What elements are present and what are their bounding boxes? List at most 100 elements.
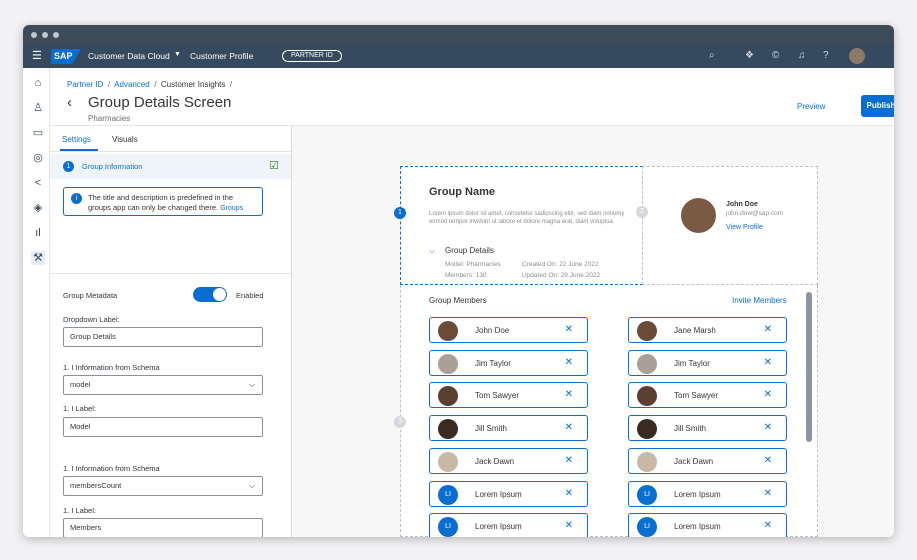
tab-settings[interactable]: Settings — [62, 135, 91, 144]
member-chip[interactable]: Jim Taylor ✕ — [628, 349, 787, 376]
label-input-1[interactable]: Model — [63, 417, 263, 437]
chevron-down-icon[interactable]: ⌵ — [429, 246, 435, 256]
member-avatar — [637, 451, 657, 472]
tab-visuals[interactable]: Visuals — [112, 135, 138, 144]
publish-button[interactable]: Publish — [861, 95, 894, 117]
chart-icon[interactable]: ıl — [31, 226, 45, 240]
share-icon[interactable]: < — [31, 176, 45, 190]
member-avatar — [637, 386, 657, 407]
group-information-row[interactable]: 1 Group Information ☑ — [50, 154, 291, 179]
preview-button[interactable]: Preview — [797, 102, 825, 111]
remove-icon[interactable]: ✕ — [764, 357, 772, 368]
view-profile-link[interactable]: View Profile — [726, 224, 763, 231]
member-chip[interactable]: Jane Marsh ✕ — [628, 317, 787, 343]
remove-icon[interactable]: ✕ — [764, 455, 772, 466]
remove-icon[interactable]: ✕ — [565, 324, 573, 335]
member-chip[interactable]: Jack Dawn ✕ — [628, 447, 787, 474]
segments-icon[interactable]: ◎ — [31, 151, 45, 165]
member-avatar — [438, 353, 458, 374]
profile-email: john.dow@sap.com — [726, 210, 784, 217]
metadata-toggle[interactable] — [193, 287, 227, 302]
remove-icon[interactable]: ✕ — [565, 389, 573, 400]
member-avatar: LI — [438, 517, 458, 537]
menu-icon[interactable]: ☰ — [32, 49, 42, 62]
minimize-dot[interactable] — [42, 32, 48, 38]
screen-icon[interactable]: ▭ — [31, 126, 45, 140]
member-chip[interactable]: Jack Dawn ✕ — [429, 447, 588, 474]
group-details-toggle[interactable]: Group Details — [445, 246, 494, 255]
created-on: Created On: 22 June 2022 — [522, 261, 599, 268]
product-dropdown-icon[interactable]: ▼ — [174, 51, 181, 58]
member-avatar: LI — [438, 484, 458, 505]
groups-link[interactable]: Groups — [220, 205, 243, 212]
member-chip[interactable]: Jill Smith ✕ — [429, 415, 588, 442]
remove-icon[interactable]: ✕ — [764, 488, 772, 499]
info-icon: i — [71, 193, 82, 204]
launchpad-icon[interactable]: ❖ — [745, 50, 754, 61]
dropdown-label: Dropdown Label: — [63, 315, 120, 324]
chevron-down-icon: ⌵ — [248, 380, 255, 389]
step-number: 1 — [63, 161, 74, 172]
remove-icon[interactable]: ✕ — [565, 422, 573, 433]
info-text: The title and description is predefined … — [88, 193, 234, 212]
side-rail: ⌂ ♙ ▭ ◎ < ◈ ıl ⚒ — [23, 68, 50, 537]
remove-icon[interactable]: ✕ — [565, 455, 573, 466]
member-chip[interactable]: Tom Sawyer ✕ — [628, 382, 787, 409]
members-scrollbar[interactable] — [806, 292, 812, 442]
schema-label-2: 1. I Information from Schema — [63, 464, 160, 473]
home-icon[interactable]: ⌂ — [31, 76, 45, 90]
tools-icon[interactable]: ⚒ — [31, 251, 45, 265]
group-description: Lorem ipsum dolor sit amet, consetetur s… — [429, 211, 625, 225]
shield-icon[interactable]: ◈ — [31, 201, 45, 215]
search-icon[interactable]: ⌕ — [709, 50, 715, 61]
schema-select-1[interactable]: model ⌵ — [63, 375, 263, 395]
member-chip[interactable]: LI Lorem Ipsum ✕ — [429, 513, 588, 537]
remove-icon[interactable]: ✕ — [764, 422, 772, 433]
invite-members-link[interactable]: Invite Members — [732, 296, 787, 305]
back-icon[interactable]: ‹ — [67, 94, 72, 111]
remove-icon[interactable]: ✕ — [565, 520, 573, 531]
member-name: Jill Smith — [475, 424, 508, 434]
remove-icon[interactable]: ✕ — [764, 389, 772, 400]
help-icon[interactable]: ? — [823, 50, 829, 61]
group-name-title: Group Name — [429, 186, 496, 198]
partner-id-pill[interactable]: PARTNER ID — [282, 50, 342, 62]
region-badge-2: 2 — [636, 206, 648, 218]
settings-panel: Settings Visuals 1 Group Information ☑ i… — [50, 126, 292, 537]
copilot-icon[interactable]: © — [772, 50, 779, 61]
breadcrumb-advanced[interactable]: Advanced — [114, 80, 150, 89]
breadcrumb-partner[interactable]: Partner ID — [67, 80, 103, 89]
remove-icon[interactable]: ✕ — [764, 324, 772, 335]
member-avatar — [438, 386, 458, 407]
checkbox-icon: ☑ — [269, 160, 279, 172]
sap-logo: SAP — [51, 49, 81, 64]
member-chip[interactable]: Jill Smith ✕ — [628, 415, 787, 442]
dropdown-label-input[interactable]: Group Details — [63, 327, 263, 347]
member-name: Jill Smith — [674, 424, 707, 434]
label-input-2[interactable]: Members — [63, 518, 263, 537]
member-chip[interactable]: Tom Sawyer ✕ — [429, 382, 588, 409]
member-chip[interactable]: LI Lorem Ipsum ✕ — [628, 480, 787, 507]
member-chip[interactable]: LI Lorem Ipsum ✕ — [628, 513, 787, 537]
remove-icon[interactable]: ✕ — [565, 488, 573, 499]
close-dot[interactable] — [31, 32, 37, 38]
member-name: Lorem Ipsum — [674, 489, 721, 499]
product-name: Customer Data Cloud — [88, 51, 170, 61]
remove-icon[interactable]: ✕ — [764, 520, 772, 531]
bell-icon[interactable]: ♫ — [798, 50, 806, 61]
member-avatar: LI — [637, 484, 657, 505]
info-message: i The title and description is predefine… — [63, 187, 263, 216]
group-metadata-label: Group Metadata — [63, 291, 118, 300]
users-icon[interactable]: ♙ — [31, 101, 45, 115]
member-avatar — [438, 419, 458, 440]
schema-select-2[interactable]: membersCount ⌵ — [63, 476, 263, 496]
maximize-dot[interactable] — [53, 32, 59, 38]
remove-icon[interactable]: ✕ — [565, 357, 573, 368]
member-chip[interactable]: Jim Taylor ✕ — [429, 349, 588, 376]
model-value: Model: Pharmacies — [445, 261, 501, 268]
breadcrumb-insights[interactable]: Customer Insights — [161, 80, 225, 89]
member-name: Jim Taylor — [674, 358, 710, 368]
user-avatar[interactable] — [849, 48, 865, 64]
member-chip[interactable]: LI Lorem Ipsum ✕ — [429, 480, 588, 507]
member-chip[interactable]: John Doe ✕ — [429, 317, 588, 343]
